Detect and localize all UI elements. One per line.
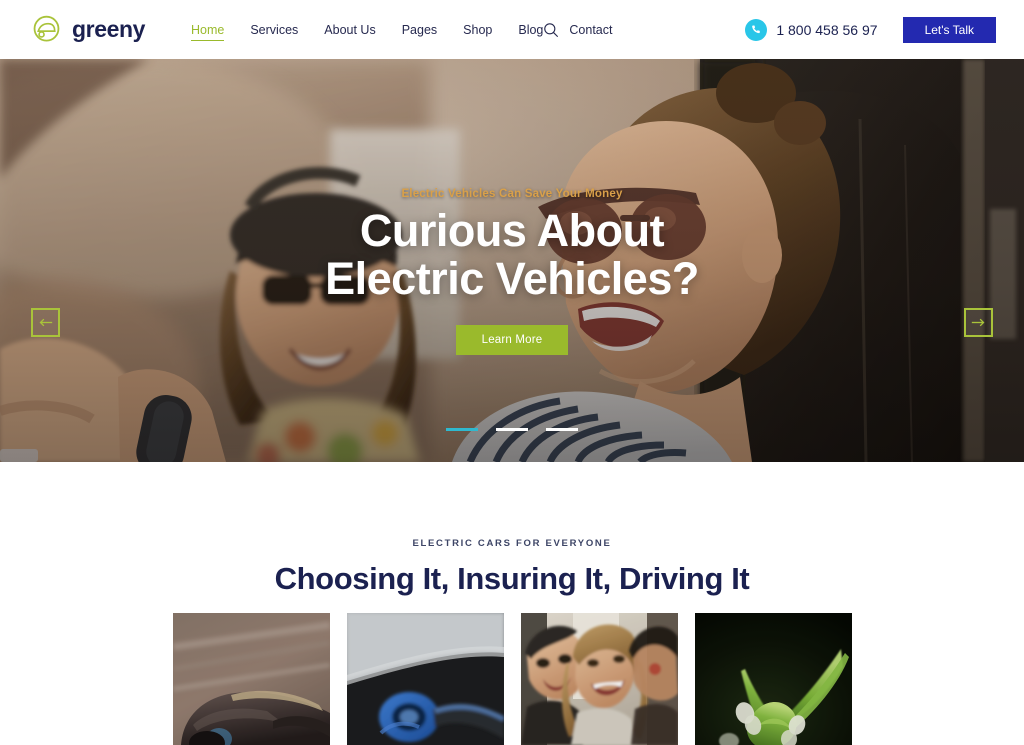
slider-pagination	[0, 428, 1024, 431]
lets-talk-button[interactable]: Let's Talk	[902, 16, 996, 43]
nav-item-services[interactable]: Services	[237, 0, 311, 59]
green-plant-bud-image	[694, 613, 852, 745]
nav-item-about-us[interactable]: About Us	[311, 0, 388, 59]
feature-card-3[interactable]	[520, 613, 678, 745]
car-in-circle-icon	[30, 13, 63, 46]
section-eyebrow: ELECTRIC CARS FOR EVERYONE	[412, 538, 612, 549]
phone-link[interactable]: 1 800 458 56 97	[745, 18, 878, 41]
hero-title: Curious About Electric Vehicles?	[325, 207, 699, 303]
sports-car-image	[172, 613, 330, 745]
nav-item-pages[interactable]: Pages	[389, 0, 450, 59]
phone-number: 1 800 458 56 97	[776, 21, 878, 38]
logo[interactable]: greeny	[30, 0, 145, 59]
slider-dot-1[interactable]	[446, 428, 478, 431]
feature-card-2[interactable]	[346, 613, 504, 745]
ev-charging-image	[346, 613, 504, 745]
slider-dot-2[interactable]	[496, 428, 528, 431]
hero-slider: Electric Vehicles Can Save Your Money Cu…	[0, 59, 1024, 462]
arrow-right-icon	[971, 318, 985, 327]
arrow-left-icon	[39, 318, 53, 327]
feature-card-4[interactable]	[694, 613, 852, 745]
nav-item-contact[interactable]: Contact	[556, 0, 625, 59]
feature-card-list	[0, 613, 1024, 745]
phone-icon	[745, 18, 768, 41]
slider-dot-3[interactable]	[546, 428, 578, 431]
site-header: greeny Home Services About Us Pages Shop…	[0, 0, 1024, 59]
nav-item-shop[interactable]: Shop	[450, 0, 505, 59]
logo-text: greeny	[72, 16, 146, 42]
friends-in-car-image	[520, 613, 678, 745]
hero-title-line-2: Electric Vehicles?	[325, 253, 699, 304]
hero-content: Electric Vehicles Can Save Your Money Cu…	[0, 59, 1024, 462]
learn-more-button[interactable]: Learn More	[455, 325, 569, 355]
search-button[interactable]	[537, 0, 565, 59]
hero-title-line-1: Curious About	[359, 205, 665, 256]
nav-item-home[interactable]: Home	[178, 0, 237, 59]
feature-card-1[interactable]	[172, 613, 330, 745]
search-icon	[544, 22, 558, 37]
header-actions: 1 800 458 56 97 Let's Talk	[745, 0, 1024, 59]
section-title: Choosing It, Insuring It, Driving It	[274, 561, 750, 596]
slider-next-button[interactable]	[964, 308, 993, 337]
hero-eyebrow: Electric Vehicles Can Save Your Money	[401, 188, 623, 200]
slider-prev-button[interactable]	[31, 308, 60, 337]
